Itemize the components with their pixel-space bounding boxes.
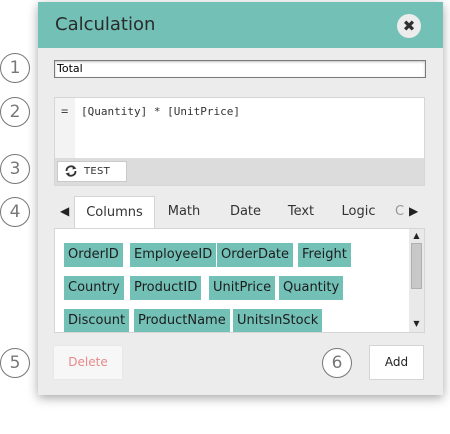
field-chip[interactable]: ProductName bbox=[134, 309, 230, 332]
calculation-name-input[interactable] bbox=[54, 60, 426, 78]
calculation-dialog: Calculation ✖ = [Quantity] * [UnitPrice]… bbox=[38, 2, 443, 395]
test-label: TEST bbox=[84, 166, 111, 177]
columns-panel: OrderID EmployeeID OrderDate Freight Cou… bbox=[54, 228, 425, 333]
callout-4: 4 bbox=[0, 197, 30, 227]
equals-sign: = bbox=[61, 104, 69, 118]
callout-6: 6 bbox=[322, 348, 352, 378]
scrollbar-thumb[interactable] bbox=[411, 243, 422, 289]
formula-editor[interactable]: = [Quantity] * [UnitPrice] TEST bbox=[54, 97, 425, 186]
field-chip[interactable]: OrderID bbox=[64, 243, 123, 267]
field-chip[interactable]: Country bbox=[64, 276, 124, 300]
tab-math[interactable]: Math bbox=[159, 196, 209, 228]
field-chip[interactable]: ProductID bbox=[130, 276, 202, 300]
field-chip[interactable]: UnitsInStock bbox=[233, 309, 323, 332]
delete-button[interactable]: Delete bbox=[53, 345, 123, 380]
field-chip[interactable]: Quantity bbox=[279, 276, 344, 300]
close-icon[interactable]: ✖ bbox=[397, 14, 421, 38]
callout-5: 5 bbox=[0, 348, 30, 378]
dialog-title: Calculation bbox=[55, 14, 156, 35]
callout-2: 2 bbox=[0, 97, 30, 127]
tab-date[interactable]: Date bbox=[218, 196, 273, 228]
field-chip[interactable]: OrderDate bbox=[217, 243, 294, 267]
field-chip[interactable]: UnitPrice bbox=[209, 276, 276, 300]
scroll-up-icon[interactable]: ▲ bbox=[411, 231, 422, 240]
test-button[interactable]: TEST bbox=[57, 161, 127, 182]
formula-text[interactable]: [Quantity] * [UnitPrice] bbox=[81, 105, 240, 118]
callout-3: 3 bbox=[0, 154, 30, 184]
tab-scroll-left-icon[interactable]: ◀ bbox=[60, 204, 69, 218]
scroll-down-icon[interactable]: ▼ bbox=[411, 319, 422, 328]
field-chip[interactable]: EmployeeID bbox=[130, 243, 217, 267]
columns-scrollbar[interactable]: ▲ ▼ bbox=[409, 229, 424, 332]
callout-1: 1 bbox=[0, 53, 30, 83]
tab-logic[interactable]: Logic bbox=[330, 196, 387, 228]
refresh-icon bbox=[65, 165, 77, 177]
function-tabs: ◀ Columns Math Date Text Logic C ▶ bbox=[54, 196, 423, 228]
field-chip[interactable]: Discount bbox=[64, 309, 130, 332]
tab-more[interactable]: C bbox=[395, 196, 404, 228]
add-button[interactable]: Add bbox=[369, 345, 424, 380]
tab-scroll-right-icon[interactable]: ▶ bbox=[409, 204, 418, 218]
field-chip[interactable]: Freight bbox=[298, 243, 351, 267]
tab-text[interactable]: Text bbox=[283, 196, 319, 228]
dialog-titlebar: Calculation ✖ bbox=[38, 2, 443, 48]
editor-toolbar: TEST bbox=[55, 158, 424, 185]
tab-columns[interactable]: Columns bbox=[74, 196, 155, 228]
